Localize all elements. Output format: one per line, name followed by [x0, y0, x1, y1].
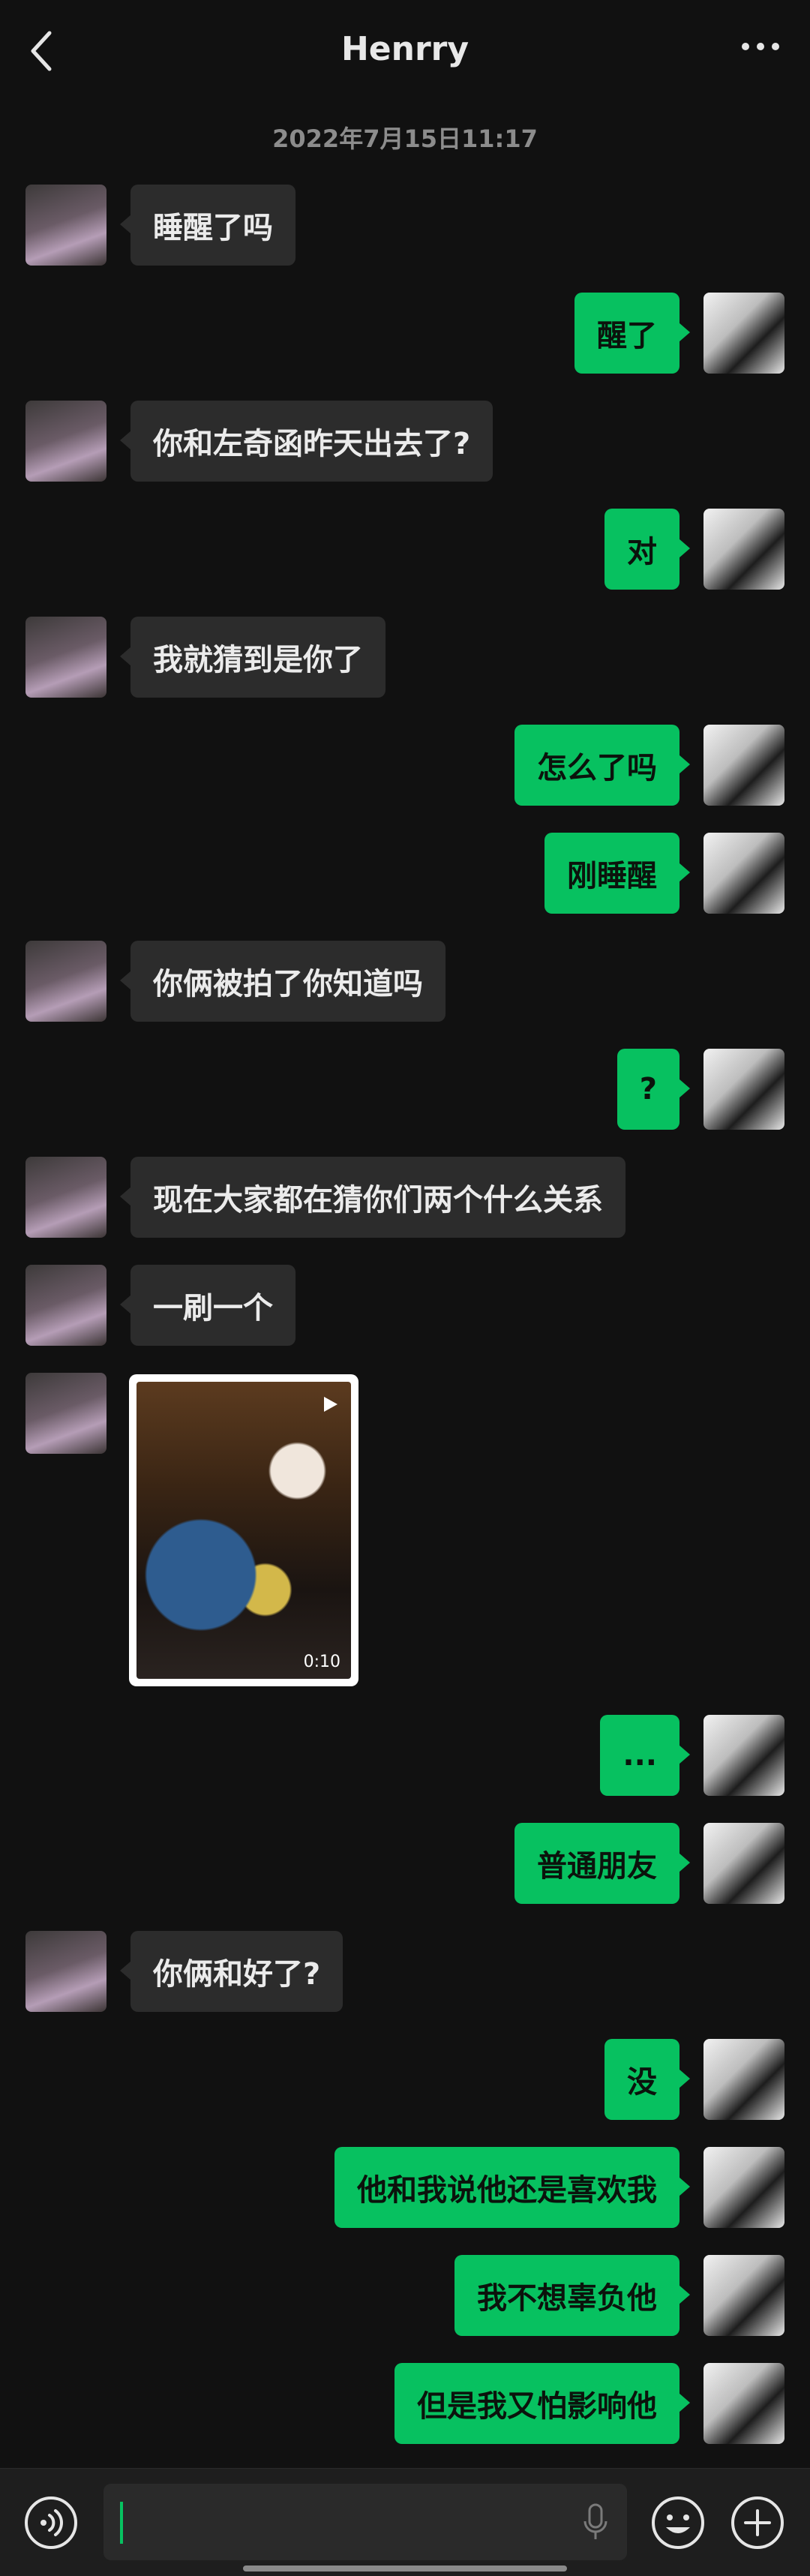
user-avatar[interactable] [704, 2363, 784, 2444]
emoji-icon[interactable] [650, 2494, 706, 2551]
message-bubble[interactable]: 他和我说他还是喜欢我 [334, 2147, 690, 2228]
video-thumbnail: 0:10 [136, 1382, 351, 1679]
message-bubble[interactable]: 怎么了吗 [514, 725, 690, 806]
input-toolbar [0, 2468, 810, 2576]
chevron-left-icon[interactable] [27, 29, 57, 74]
message-bubble[interactable]: 但是我又怕影响他 [394, 2363, 690, 2444]
message-bubble[interactable]: 你和左奇函昨天出去了? [119, 401, 494, 482]
chat-header: Henrry [0, 0, 810, 105]
contact-avatar[interactable] [26, 941, 106, 1022]
more-dots-icon[interactable] [738, 39, 783, 54]
user-avatar[interactable] [704, 1715, 784, 1796]
contact-avatar[interactable] [26, 1157, 106, 1238]
contact-avatar[interactable] [26, 1931, 106, 2012]
contact-avatar[interactable] [26, 185, 106, 266]
message-timestamp: 2022年7月15日11:17 [272, 125, 538, 153]
user-avatar[interactable] [704, 2147, 784, 2228]
home-indicator [243, 2565, 567, 2571]
message-bubble[interactable]: 醒了 [574, 293, 690, 374]
text-caret [120, 2502, 123, 2544]
contact-avatar[interactable] [26, 1265, 106, 1346]
message-bubble[interactable]: 没 [604, 2039, 690, 2120]
message-bubble[interactable]: 一刷一个 [120, 1265, 296, 1346]
message-bubble[interactable]: 普通朋友 [514, 1823, 690, 1904]
user-avatar[interactable] [704, 2255, 784, 2336]
message-bubble[interactable]: 你俩和好了? [119, 1931, 344, 2012]
message-input[interactable] [104, 2484, 627, 2560]
video-message[interactable]: 0:10 [129, 1374, 358, 1686]
user-avatar[interactable] [704, 2039, 784, 2120]
message-bubble[interactable]: ? [616, 1049, 691, 1130]
user-avatar[interactable] [704, 293, 784, 374]
message-bubble[interactable]: 睡醒了吗 [120, 185, 296, 266]
play-icon [324, 1397, 338, 1412]
user-avatar[interactable] [704, 1049, 784, 1130]
message-bubble[interactable]: 你俩被拍了你知道吗 [120, 941, 446, 1022]
message-bubble[interactable]: 我不想辜负他 [454, 2255, 690, 2336]
message-bubble[interactable]: 现在大家都在猜你们两个什么关系 [120, 1157, 626, 1238]
contact-avatar[interactable] [26, 401, 106, 482]
contact-avatar[interactable] [26, 1373, 106, 1454]
user-avatar[interactable] [704, 509, 784, 590]
user-avatar[interactable] [704, 833, 784, 914]
user-avatar[interactable] [704, 1823, 784, 1904]
message-bubble[interactable]: ... [600, 1715, 690, 1796]
message-bubble[interactable]: 我就猜到是你了 [120, 617, 386, 698]
voice-icon[interactable] [22, 2494, 80, 2551]
user-avatar[interactable] [704, 725, 784, 806]
chat-title: Henrry [340, 29, 470, 68]
message-bubble[interactable]: 刚睡醒 [544, 833, 690, 914]
mic-icon[interactable] [582, 2503, 609, 2542]
message-bubble[interactable]: 对 [604, 509, 690, 590]
contact-avatar[interactable] [26, 617, 106, 698]
add-icon[interactable] [729, 2494, 786, 2551]
video-duration: 0:10 [303, 1653, 340, 1671]
